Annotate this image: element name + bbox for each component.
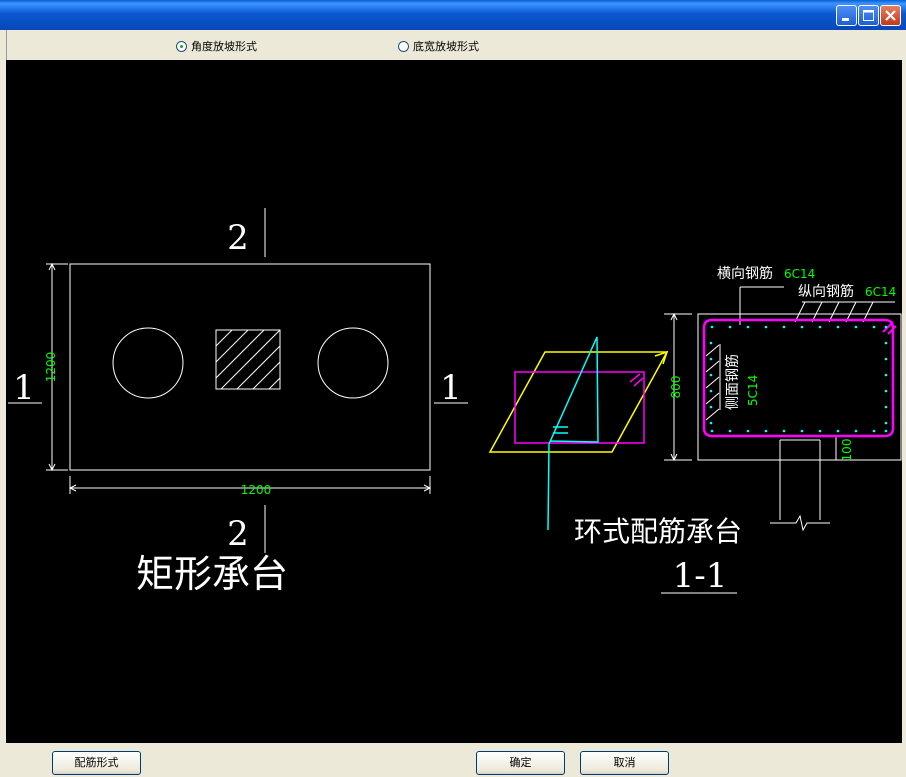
section-label-1-right: 1 — [440, 368, 462, 408]
column-section — [215, 329, 281, 390]
rect-cap-title: 矩形承台 — [136, 552, 288, 596]
section-dim-cover: 100 — [840, 439, 854, 462]
pile-left — [112, 327, 184, 399]
column-break-line — [770, 514, 830, 532]
title-bar — [0, 0, 906, 30]
maximize-button[interactable] — [858, 5, 879, 26]
cancel-button[interactable]: 取消 — [580, 751, 669, 775]
transverse-rebar-label: 横向钢筋 — [717, 265, 773, 282]
radio-angle-slope[interactable]: 角度放坡形式 — [176, 39, 257, 53]
dim-height-label: 1200 — [44, 352, 58, 383]
dim-width-label: 1200 — [241, 483, 272, 497]
ring-cap-title: 环式配筋承台 — [574, 515, 742, 548]
side-rebar-label: 侧面钢筋 — [724, 354, 741, 410]
drawing-canvas[interactable]: 2 2 1 1 1200 1200 矩形承台 环式配筋承台 横向钢筋 6C14 … — [6, 60, 902, 743]
pile-right — [317, 327, 389, 399]
section-label-2-top: 2 — [227, 218, 249, 258]
minimize-button[interactable] — [836, 5, 857, 26]
ring-cap-yellow-plane — [488, 351, 669, 453]
radio-bottom-width-slope-label: 底宽放坡形式 — [413, 40, 479, 53]
close-icon — [885, 10, 896, 21]
radio-unchecked-icon — [398, 40, 409, 52]
ok-button[interactable]: 确定 — [476, 751, 565, 775]
radio-angle-slope-label: 角度放坡形式 — [191, 40, 257, 53]
section-label-1-left: 1 — [13, 368, 35, 408]
longitudinal-rebar-value: 6C14 — [865, 285, 896, 299]
rebar-form-button[interactable]: 配筋形式 — [52, 751, 141, 775]
slope-options-bar: 角度放坡形式 底宽放坡形式 — [0, 30, 906, 60]
ring-cap-diagram — [488, 336, 669, 531]
ring-cap-magenta-rect — [514, 371, 645, 444]
section-label-2-bottom: 2 — [227, 514, 249, 554]
section-dim-height: 800 — [669, 376, 683, 399]
close-button[interactable] — [880, 5, 901, 26]
rect-cap-plan — [8, 208, 468, 553]
radio-checked-icon — [176, 40, 187, 52]
side-leader-ticks — [705, 344, 720, 421]
minimize-icon — [842, 18, 849, 21]
section-title: 1-1 — [673, 556, 728, 596]
column-hatch — [215, 329, 281, 390]
maximize-icon — [863, 10, 874, 21]
rect-cap-dimensions — [46, 262, 432, 494]
cad-drawing: 2 2 1 1 1200 1200 矩形承台 环式配筋承台 横向钢筋 6C14 … — [8, 208, 902, 596]
radio-bottom-width-slope[interactable]: 底宽放坡形式 — [398, 39, 479, 53]
transverse-rebar-value: 6C14 — [784, 267, 815, 281]
longitudinal-rebar-label: 纵向钢筋 — [798, 283, 854, 300]
side-rebar-value: 5C14 — [746, 375, 760, 406]
cap-outline — [69, 263, 431, 471]
